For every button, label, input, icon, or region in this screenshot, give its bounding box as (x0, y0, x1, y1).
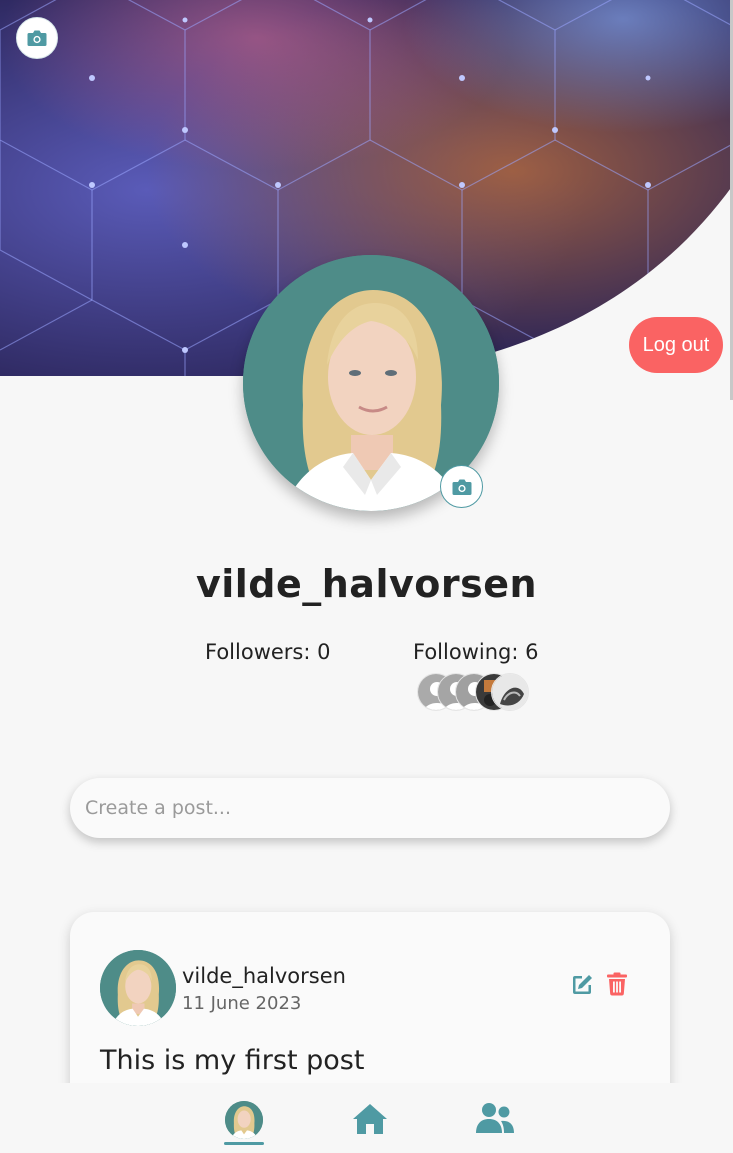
profile-page: Log out vilde_halvorsen Followers: 0 Fol… (0, 0, 733, 1153)
camera-icon (27, 30, 47, 46)
bottom-nav (0, 1083, 733, 1153)
post-text: This is my first post (100, 1045, 365, 1076)
post-date: 11 June 2023 (182, 993, 302, 1014)
followers-count[interactable]: Followers: 0 (205, 640, 330, 664)
cover-camera-button[interactable] (16, 17, 58, 59)
post-author-avatar[interactable] (100, 950, 176, 1026)
following-avatar[interactable] (491, 673, 529, 711)
profile-username: vilde_halvorsen (195, 562, 538, 606)
following-avatars[interactable] (417, 673, 537, 713)
post-author-name[interactable]: vilde_halvorsen (182, 964, 346, 988)
trash-icon[interactable] (606, 972, 628, 996)
create-post-input[interactable] (70, 778, 670, 838)
home-icon[interactable] (352, 1103, 388, 1135)
active-tab-indicator (224, 1142, 264, 1145)
following-count[interactable]: Following: 6 (413, 640, 538, 664)
edit-icon[interactable] (570, 973, 594, 997)
nav-profile-tab[interactable] (224, 1101, 264, 1145)
nav-profile-avatar (225, 1101, 263, 1139)
camera-icon (452, 479, 471, 495)
friends-icon[interactable] (475, 1102, 515, 1134)
avatar-camera-button[interactable] (440, 465, 483, 508)
logout-button[interactable]: Log out (629, 317, 723, 373)
